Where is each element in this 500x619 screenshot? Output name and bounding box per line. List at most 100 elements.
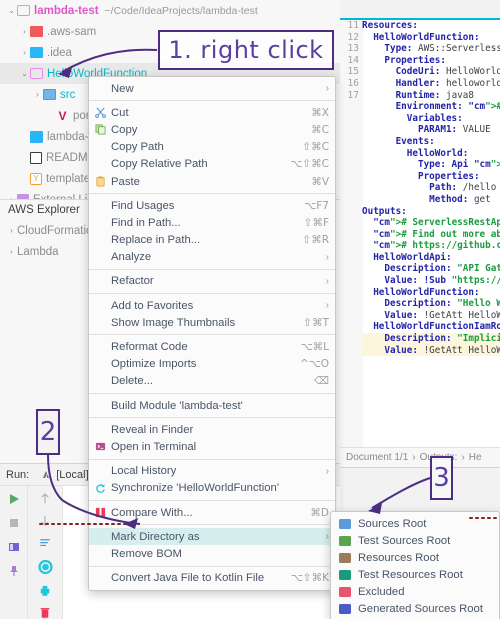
submenu-item-test-sources-root[interactable]: Test Sources Root [331, 532, 499, 549]
folder-color-icon [339, 569, 351, 580]
menu-item-analyze[interactable]: Analyze › [89, 249, 335, 266]
menu-item-shortcut: ⌘D [310, 506, 329, 519]
gutter-line-number: 13 [347, 43, 359, 55]
lambda-icon [43, 471, 50, 478]
tree-item-lambda-test[interactable]: ⌄ lambda-test ~/Code/IdeaProjects/lambda-t… [0, 0, 340, 21]
folder-outline-icon [30, 68, 43, 79]
menu-item-paste[interactable]: Paste ⌘V [89, 173, 335, 190]
menu-item-label: Replace in Path... [111, 234, 201, 247]
chevron-down-icon[interactable]: ⌄ [19, 69, 30, 78]
menu-item-label: Refactor [111, 275, 154, 288]
menu-item-remove-bom[interactable]: Remove BOM [89, 545, 335, 562]
menu-item-convert-java-file-to-kotlin-file[interactable]: Convert Java File to Kotlin File ⌥⇧⌘K [89, 570, 335, 587]
up-arrow-icon[interactable] [38, 492, 52, 505]
menu-separator [89, 393, 335, 394]
menu-item-refactor[interactable]: Refactor › [89, 273, 335, 290]
gutter-line-number: 11 [347, 20, 359, 31]
menu-item-label: Compare With... [111, 506, 193, 519]
menu-separator [89, 565, 335, 567]
menu-item-open-in-terminal[interactable]: Open in Terminal [89, 438, 335, 455]
chevron-right-icon[interactable]: › [32, 90, 43, 99]
mark-directory-as-submenu[interactable]: Sources Root Test Sources Root Resources R… [330, 511, 500, 619]
chevron-right-icon[interactable]: › [6, 247, 17, 256]
code-line: CodeUri: HelloWorldFun [362, 66, 500, 78]
stop-icon[interactable] [7, 516, 21, 530]
code-line: HelloWorldFunction: [362, 31, 480, 43]
submenu-item-generated-sources-root[interactable]: Generated Sources Root [331, 600, 499, 617]
chevron-right-icon[interactable]: › [19, 48, 30, 57]
menu-item-find-in-path[interactable]: Find in Path... ⇧⌘F [89, 214, 335, 231]
menu-item-compare-with[interactable]: Compare With... ⌘D [89, 504, 335, 521]
gutter-line-number: 12 [347, 31, 359, 43]
menu-item-label: Show Image Thumbnails [111, 316, 236, 329]
menu-separator [89, 499, 335, 501]
submenu-item-test-resources-root[interactable]: Test Resources Root [331, 566, 499, 583]
menu-item-label: Remove BOM [111, 547, 182, 560]
menu-item-label: Copy Path [111, 141, 164, 154]
menu-item-optimize-imports[interactable]: Optimize Imports ^⌥O [89, 356, 335, 373]
folder-color-icon [339, 535, 351, 546]
breadcrumb-item-document[interactable]: Document 1/1 [346, 452, 408, 463]
menu-item-reveal-in-finder[interactable]: Reveal in Finder [89, 421, 335, 438]
tree-item-label: .aws-sam [47, 25, 97, 38]
menu-item-find-usages[interactable]: Find Usages ⌥F7 [89, 197, 335, 214]
submenu-item-excluded[interactable]: Excluded [331, 583, 499, 600]
menu-item-icon [93, 507, 108, 518]
submenu-item-sources-root[interactable]: Sources Root [331, 515, 499, 532]
code-line: Description: "API Gatewa [362, 263, 500, 275]
menu-separator [89, 193, 335, 195]
editor-code-area[interactable]: Resources: HelloWorldFunction: Type: AWS… [358, 20, 500, 449]
menu-item-shortcut: ⇧⌘F [303, 216, 329, 229]
menu-item-show-image-thumbnails[interactable]: Show Image Thumbnails ⇧⌘T [89, 314, 335, 331]
folder-color-icon [339, 603, 351, 614]
chevron-down-icon[interactable]: ⌄ [6, 6, 17, 15]
menu-item-add-to-favorites[interactable]: Add to Favorites › [89, 297, 335, 314]
menu-item-cut[interactable]: Cut ⌘X [89, 104, 335, 121]
code-line: PARAM1: VALUE [362, 124, 491, 136]
run-actions-toolbar[interactable] [0, 486, 28, 619]
submenu-item-resources-root[interactable]: Resources Root [331, 549, 499, 566]
menu-item-copy-relative-path[interactable]: Copy Relative Path ⌥⇧⌘C [89, 156, 335, 173]
submenu-item-label: Test Sources Root [358, 534, 451, 547]
menu-item-shortcut: ⌥⇧⌘C [290, 158, 329, 171]
menu-item-local-history[interactable]: Local History › [89, 463, 335, 480]
chevron-right-icon[interactable]: › [6, 226, 17, 235]
code-line: Description: "Hello Worl [362, 298, 500, 310]
menu-item-shortcut: ⌘C [311, 123, 329, 136]
menu-item-delete[interactable]: Delete... ⌫ [89, 373, 335, 390]
menu-item-new[interactable]: New › [89, 80, 335, 97]
menu-item-replace-in-path[interactable]: Replace in Path... ⇧⌘R [89, 232, 335, 249]
scroll-to-end-icon[interactable] [37, 559, 54, 575]
menu-item-copy[interactable]: Copy ⌘C [89, 121, 335, 138]
console-actions-toolbar[interactable] [29, 486, 61, 619]
menu-item-mark-directory-as[interactable]: Mark Directory as › [89, 528, 335, 546]
trash-icon[interactable] [38, 606, 52, 619]
chevron-right-icon[interactable]: › [19, 27, 30, 36]
breadcrumb-item-he[interactable]: He [469, 452, 482, 463]
submenu-item-label: Resources Root [358, 551, 439, 564]
pin-icon[interactable] [7, 564, 21, 578]
sync-icon [96, 484, 105, 493]
editor-tab-strip[interactable] [340, 0, 500, 20]
breadcrumb[interactable]: Document 1/1 › Outputs: › He [340, 447, 500, 467]
chevron-right-icon: › [325, 251, 329, 263]
soft-wrap-icon[interactable] [38, 536, 52, 549]
run-icon[interactable] [7, 492, 21, 506]
run-config-tab[interactable]: [Local] [35, 467, 94, 483]
print-icon[interactable] [38, 584, 52, 597]
menu-item-build-module-lambda-test[interactable]: Build Module 'lambda-test' [89, 397, 335, 414]
menu-item-shortcut: ⌫ [314, 375, 329, 388]
menu-item-copy-path[interactable]: Copy Path ⇧⌘C [89, 139, 335, 156]
menu-item-shortcut: ⌘X [311, 106, 329, 119]
context-menu[interactable]: New › Cut ⌘X Copy ⌘C Copy Path ⇧⌘C Copy Relative… [88, 76, 336, 591]
menu-item-shortcut: ⇧⌘R [302, 234, 329, 247]
menu-separator [89, 268, 335, 270]
menu-item-synchronize-helloworldfunction[interactable]: Synchronize 'HelloWorldFunction' [89, 480, 335, 497]
down-arrow-icon[interactable] [38, 514, 52, 527]
menu-item-reformat-code[interactable]: Reformat Code ⌥⌘L [89, 338, 335, 355]
layout-icon[interactable] [7, 540, 21, 554]
submenu-item-label: Excluded [358, 585, 405, 598]
iml-icon [30, 130, 43, 143]
menu-item-label: Cut [111, 106, 129, 119]
submenu-item-label: Test Resources Root [358, 568, 463, 581]
